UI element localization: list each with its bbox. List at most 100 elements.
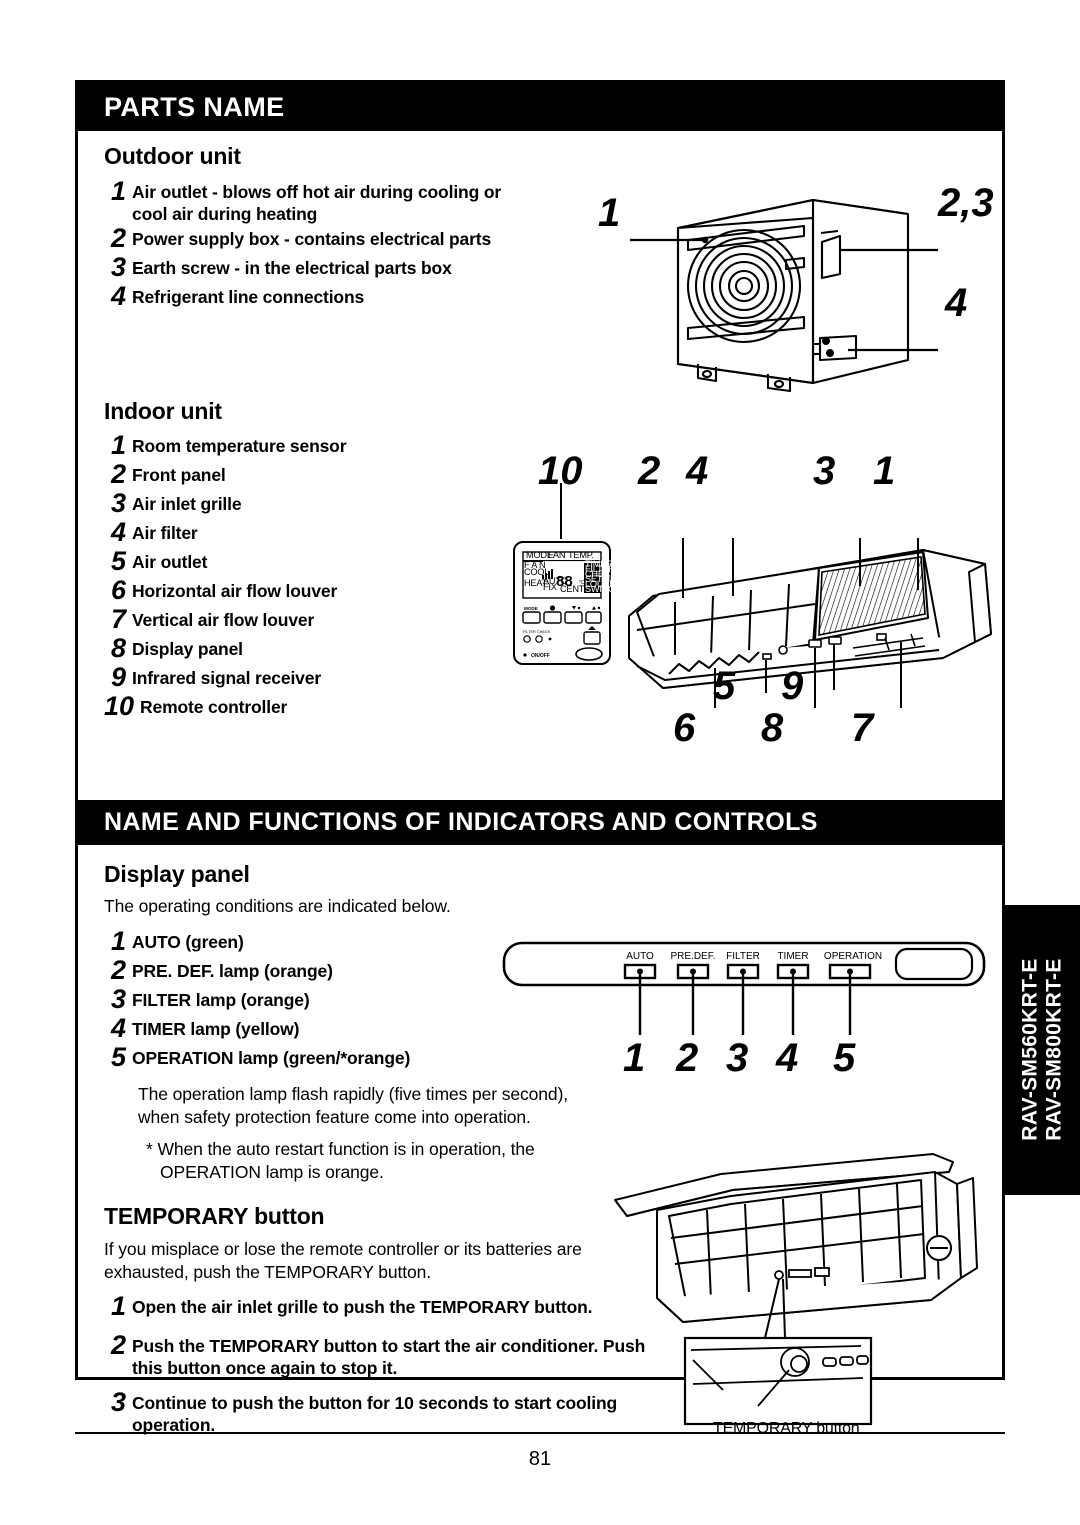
indoor-callout-7: 7 [851, 706, 874, 750]
temporary-button-intro: If you misplace or lose the remote contr… [104, 1239, 582, 1283]
svg-text:ON/OFF: ON/OFF [531, 653, 550, 659]
lamp-callout-1: 1 [623, 1036, 646, 1080]
list-item: 2 PRE. DEF. lamp (orange) [98, 955, 498, 987]
list-item: 4 Refrigerant line connections [98, 280, 538, 313]
list-item: 2 Power supply box - contains electrical… [98, 222, 538, 255]
list-item-label: PRE. DEF. lamp (orange) [132, 961, 333, 981]
list-item-label: Earth screw - in the electrical parts bo… [132, 257, 452, 278]
model-number-line-1: RAV-SM560KRT-E [1018, 958, 1042, 1142]
list-item: 3 Earth screw - in the electrical parts … [98, 251, 538, 284]
list-item-label: Air outlet [132, 552, 208, 572]
list-item-label: Remote controller [140, 697, 288, 717]
list-item-number: 5 [110, 546, 126, 576]
list-item: 7 Vertical air flow louver [98, 604, 498, 636]
list-item-label: Air inlet grille [132, 494, 242, 514]
lamp-callout-4: 4 [776, 1036, 799, 1080]
list-item-number: 2 [110, 222, 126, 253]
heading-outdoor-unit: Outdoor unit [104, 143, 241, 169]
list-item-label: Push the TEMPORARY button to start the a… [132, 1336, 646, 1379]
list-item: 3 Continue to push the button for 10 sec… [98, 1388, 658, 1437]
list-item-label: TIMER lamp (yellow) [132, 1019, 300, 1039]
list-item: 4 Air filter [98, 519, 498, 549]
display-panel-footnote: * When the auto restart function is in o… [146, 1139, 535, 1183]
list-item-label: Infrared signal receiver [132, 668, 321, 688]
outdoor-callout-4: 4 [945, 281, 968, 325]
svg-text:FILTER: FILTER [726, 951, 760, 962]
list-item: 3 Air inlet grille [98, 490, 498, 520]
list-item-number: 4 [110, 1013, 126, 1043]
list-outdoor-parts: 1 Air outlet - blows off hot air during … [98, 176, 538, 315]
list-item-number: 10 [103, 691, 134, 721]
list-item-number: 3 [110, 984, 126, 1014]
list-item-label: Horizontal air flow louver [132, 581, 338, 601]
svg-text:AUTO: AUTO [626, 951, 654, 962]
svg-text:88: 88 [556, 573, 573, 590]
list-item-label: Refrigerant line connections [132, 286, 365, 307]
list-item: 1 Air outlet - blows off hot air during … [98, 176, 538, 226]
svg-text:OPERATION: OPERATION [824, 951, 882, 962]
list-temporary-button-steps: 1 Open the air inlet grille to push the … [98, 1291, 658, 1439]
leader-line-remote [560, 483, 562, 539]
list-item-number: 2 [110, 955, 126, 985]
list-item: 10 Remote controller [98, 691, 498, 723]
svg-text:SWING: SWING [585, 584, 615, 594]
list-item-number: 6 [110, 575, 126, 605]
list-item-label: Air outlet - blows off hot air during co… [132, 182, 502, 225]
list-item-label: Vertical air flow louver [132, 610, 315, 630]
svg-text:FIX: FIX [543, 582, 557, 592]
list-item-number: 7 [110, 604, 126, 634]
list-item-number: 2 [110, 459, 126, 489]
svg-text:FAN: FAN [548, 550, 565, 560]
lamp-callout-5: 5 [833, 1036, 856, 1080]
indoor-callout-4: 4 [686, 449, 709, 493]
list-item: 5 OPERATION lamp (green/*orange) [98, 1042, 498, 1074]
list-item: 3 FILTER lamp (orange) [98, 984, 498, 1016]
manual-page: PARTS NAME Outdoor unit 1 Air outlet - b… [0, 0, 1080, 1525]
section-title-text: NAME AND FUNCTIONS OF INDICATORS AND CON… [104, 808, 818, 836]
heading-temporary-button: TEMPORARY button [104, 1203, 325, 1229]
indoor-callout-2: 2 [638, 449, 661, 493]
section-header-parts-name: PARTS NAME [78, 83, 1002, 131]
list-item: 1 Room temperature sensor [98, 432, 498, 462]
list-item-label: Open the air inlet grille to push the TE… [132, 1297, 593, 1317]
list-item-label: OPERATION lamp (green/*orange) [132, 1048, 411, 1068]
temporary-button-caption: TEMPORARY button [713, 1420, 860, 1437]
model-number-tab: RAV-SM560KRT-E RAV-SM800KRT-E [1005, 905, 1080, 1195]
list-item-label: Display panel [132, 639, 243, 659]
list-item: 5 Air outlet [98, 546, 498, 578]
list-item-number: 9 [110, 662, 126, 692]
list-item: 4 TIMER lamp (yellow) [98, 1013, 498, 1045]
list-item-number: 1 [110, 1291, 126, 1321]
indoor-callout-9: 9 [781, 664, 804, 708]
list-item-label: Continue to push the button for 10 secon… [132, 1392, 618, 1436]
list-item-number: 3 [110, 251, 126, 282]
list-item: 2 Push the TEMPORARY button to start the… [98, 1330, 658, 1380]
list-item-number: 2 [110, 1330, 126, 1360]
indoor-callout-1: 1 [873, 449, 896, 493]
heading-indoor-unit: Indoor unit [104, 398, 222, 424]
section-title-text: PARTS NAME [104, 91, 285, 122]
list-item-label: Room temperature sensor [132, 436, 347, 456]
list-item: 1 Open the air inlet grille to push the … [98, 1291, 658, 1323]
indoor-callout-3: 3 [813, 449, 836, 493]
indoor-callout-6: 6 [673, 706, 696, 750]
indoor-callout-5: 5 [713, 664, 736, 708]
list-display-panel-lamps: 1 AUTO (green) 2 PRE. DEF. lamp (orange)… [98, 926, 498, 1076]
remote-controller-illustration: MODE FAN TEMP. F A N COOL HEAT AUTO FIX … [508, 538, 618, 668]
footer-rule [75, 1432, 1005, 1434]
model-number-line-2: RAV-SM800KRT-E [1042, 958, 1066, 1142]
list-item: 1 AUTO (green) [98, 926, 498, 958]
lamp-callout-3: 3 [726, 1036, 749, 1080]
list-item-number: 1 [110, 176, 126, 206]
svg-text:PRE.DEF.: PRE.DEF. [670, 951, 715, 962]
list-item-label: Air filter [132, 523, 198, 543]
list-item-number: 1 [110, 926, 126, 956]
section-header-indicators: NAME AND FUNCTIONS OF INDICATORS AND CON… [78, 800, 1002, 845]
lamp-callout-2: 2 [676, 1036, 699, 1080]
list-item-number: 4 [110, 280, 126, 311]
list-item: 6 Horizontal air flow louver [98, 575, 498, 607]
outdoor-callout-1: 1 [598, 191, 621, 235]
list-item-number: 8 [110, 633, 126, 663]
content-box: PARTS NAME Outdoor unit 1 Air outlet - b… [75, 80, 1005, 1437]
list-item-number: 5 [110, 1042, 126, 1072]
